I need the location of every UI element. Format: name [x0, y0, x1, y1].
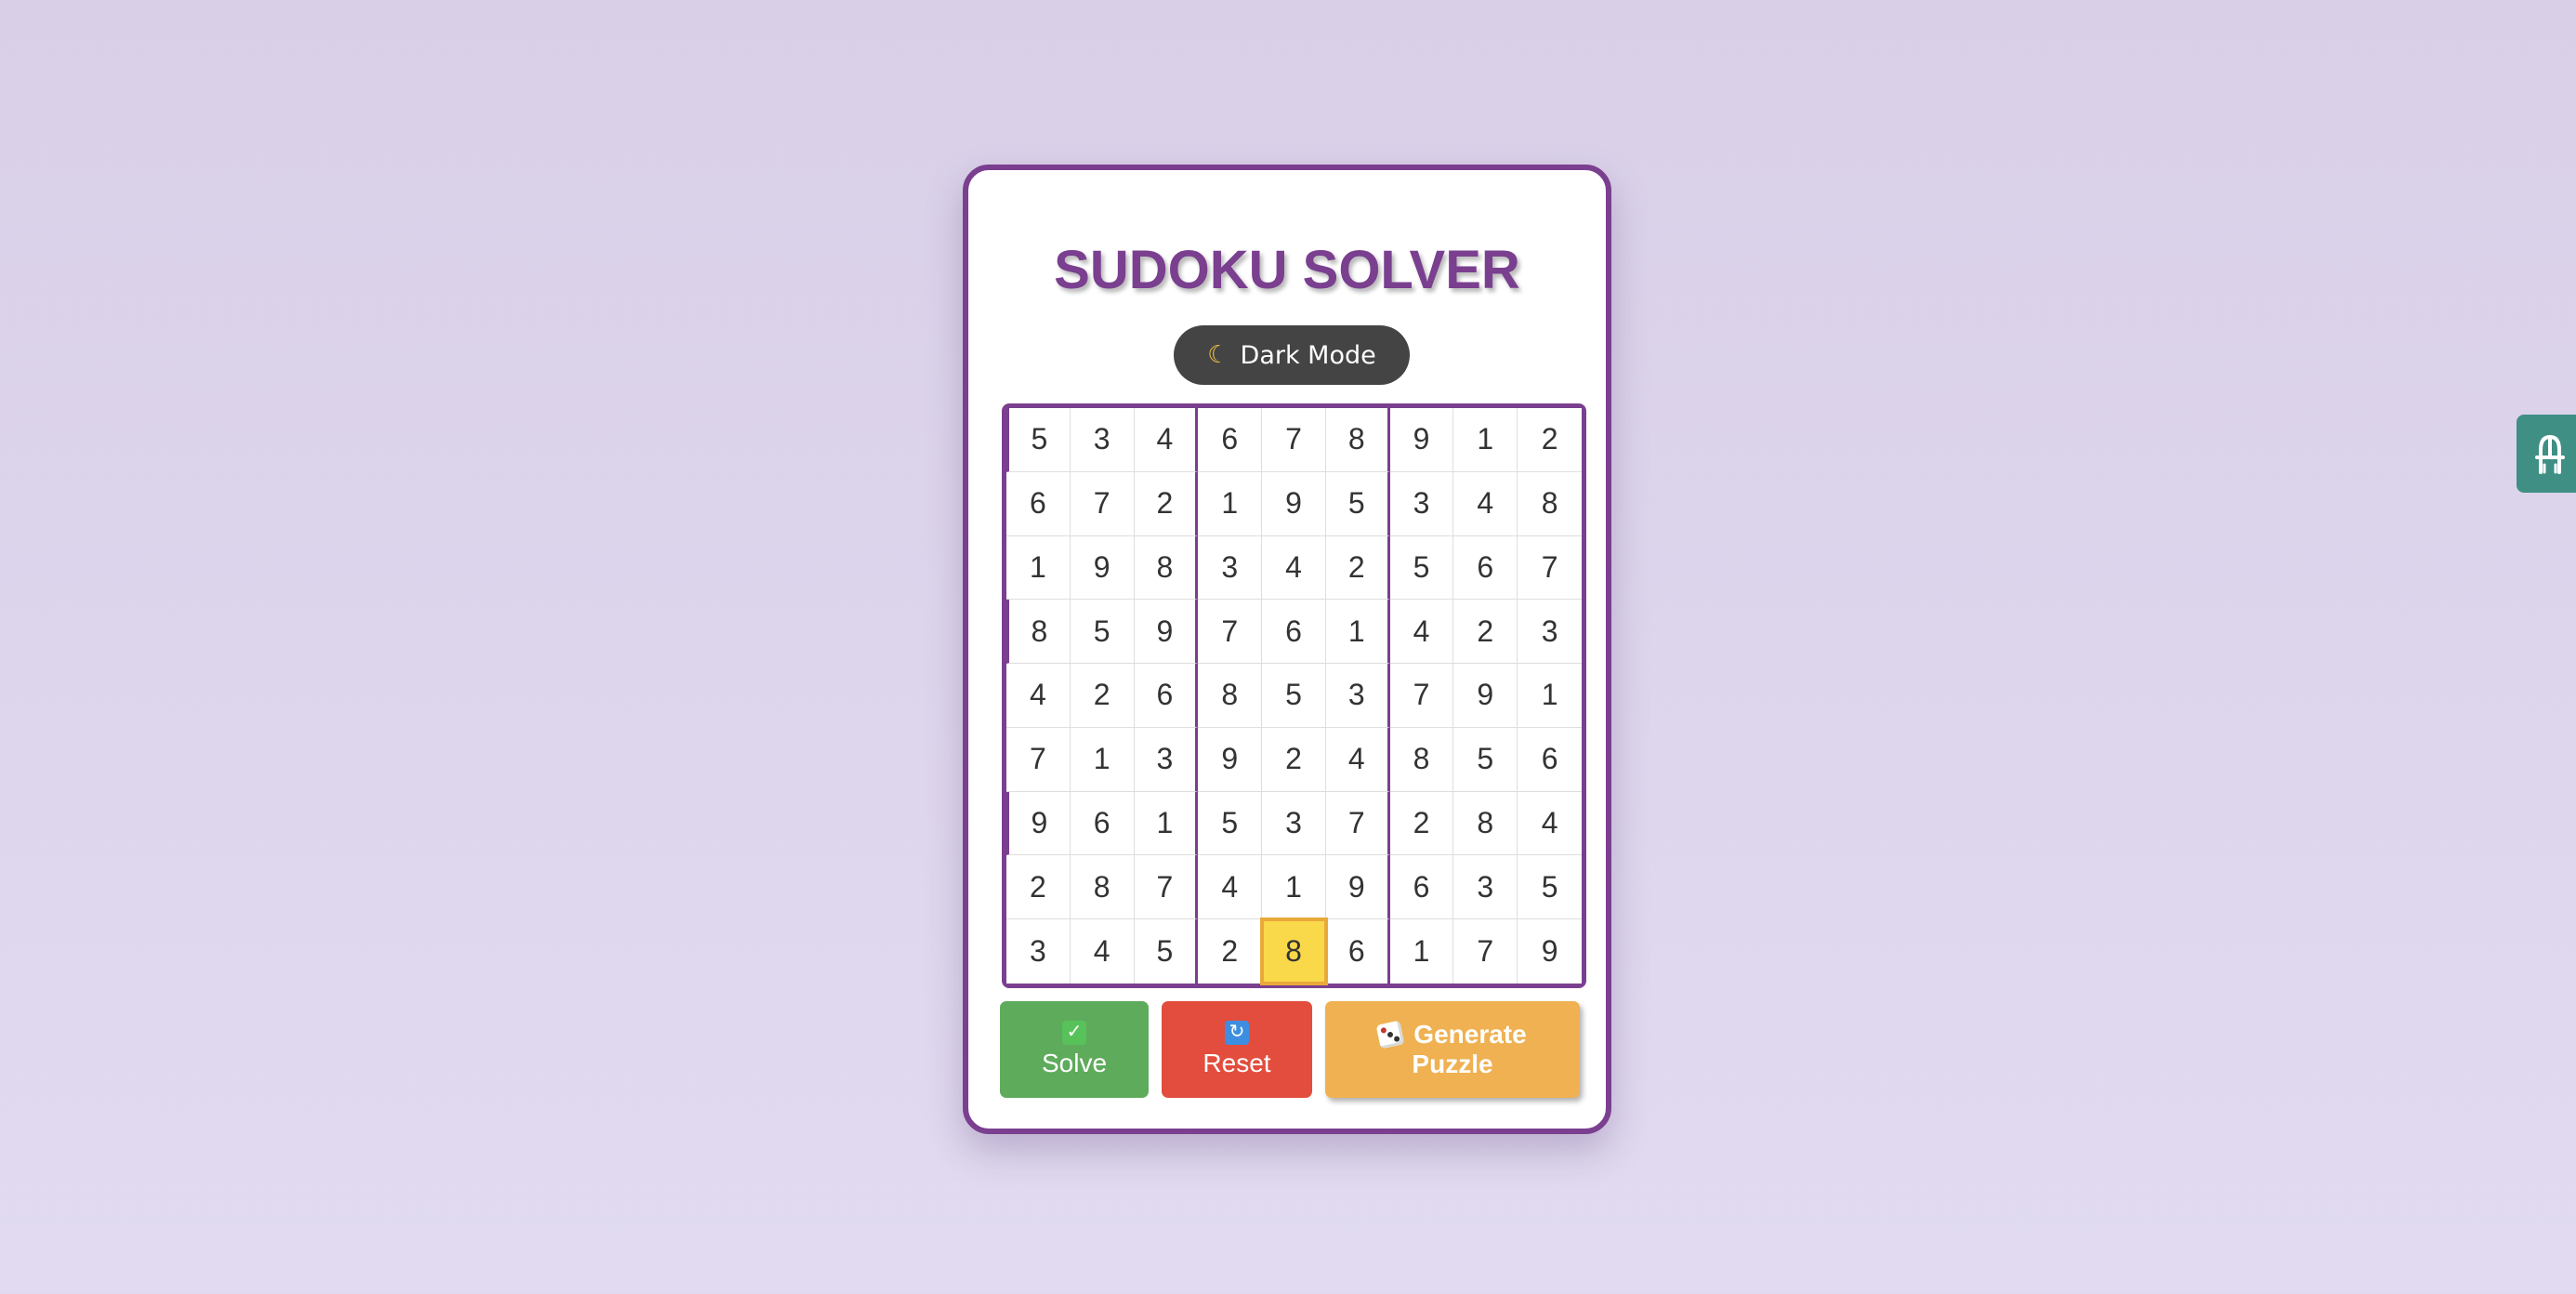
extension-side-tab[interactable] [2517, 415, 2576, 493]
sudoku-cell[interactable]: 3 [1198, 535, 1263, 601]
sudoku-cell[interactable]: 2 [1006, 855, 1071, 920]
generate-puzzle-button[interactable]: Generate Puzzle [1325, 1001, 1580, 1098]
sudoku-cell[interactable]: 9 [1070, 535, 1135, 601]
sudoku-cell[interactable]: 7 [1453, 919, 1518, 984]
sudoku-cell[interactable]: 2 [1262, 727, 1326, 792]
sudoku-cell[interactable]: 4 [1325, 727, 1390, 792]
sudoku-cell[interactable]: 9 [1389, 408, 1454, 472]
dark-mode-button[interactable]: ☾ Dark Mode [1174, 325, 1410, 385]
moon-icon: ☾ [1207, 341, 1229, 369]
reset-button[interactable]: ↻ Reset [1162, 1001, 1312, 1098]
sudoku-cell[interactable]: 7 [1006, 727, 1071, 792]
sudoku-cell[interactable]: 9 [1134, 600, 1199, 665]
sudoku-cell[interactable]: 3 [1518, 600, 1582, 665]
sudoku-cell[interactable]: 6 [1518, 727, 1582, 792]
sudoku-cell[interactable]: 5 [1262, 664, 1326, 728]
sudoku-cell[interactable]: 2 [1198, 919, 1263, 984]
sudoku-card: SUDOKU SOLVER ☾ Dark Mode 53467891267219… [963, 165, 1611, 1134]
sudoku-cell[interactable]: 7 [1134, 855, 1199, 920]
sudoku-cell[interactable]: 5 [1198, 791, 1263, 856]
sudoku-cell[interactable]: 2 [1518, 408, 1582, 472]
sudoku-cell[interactable]: 6 [1389, 855, 1454, 920]
sudoku-cell[interactable]: 5 [1006, 408, 1071, 472]
sudoku-cell[interactable]: 8 [1518, 471, 1582, 536]
sudoku-cell[interactable]: 2 [1453, 600, 1518, 665]
sudoku-cell[interactable]: 1 [1006, 535, 1071, 601]
sudoku-cell[interactable]: 9 [1006, 791, 1071, 856]
sudoku-cell[interactable]: 8 [1070, 855, 1135, 920]
generate-label-line1: Generate [1413, 1019, 1527, 1049]
sudoku-cell[interactable]: 6 [1006, 471, 1071, 536]
sudoku-cell[interactable]: 7 [1262, 408, 1326, 472]
sudoku-cell[interactable]: 7 [1198, 600, 1263, 665]
sudoku-cell[interactable]: 1 [1198, 471, 1263, 536]
sudoku-cell[interactable]: 4 [1389, 600, 1454, 665]
sudoku-cell[interactable]: 4 [1198, 855, 1263, 920]
page-title: SUDOKU SOLVER [1054, 240, 1520, 300]
sudoku-cell[interactable]: 6 [1262, 600, 1326, 665]
sudoku-cell[interactable]: 2 [1325, 535, 1390, 601]
sudoku-cell[interactable]: 4 [1518, 791, 1582, 856]
sudoku-cell[interactable]: 4 [1262, 535, 1326, 601]
sudoku-cell[interactable]: 9 [1453, 664, 1518, 728]
sudoku-cell[interactable]: 7 [1325, 791, 1390, 856]
refresh-icon: ↻ [1225, 1020, 1249, 1045]
solve-label: Solve [1041, 1048, 1108, 1077]
sudoku-cell[interactable]: 6 [1325, 919, 1390, 984]
sudoku-cell[interactable]: 6 [1198, 408, 1263, 472]
sudoku-cell[interactable]: 7 [1518, 535, 1582, 601]
sudoku-cell[interactable]: 4 [1070, 919, 1135, 984]
sudoku-cell[interactable]: 3 [1262, 791, 1326, 856]
sudoku-cell[interactable]: 9 [1518, 919, 1582, 984]
sudoku-cell[interactable]: 5 [1070, 600, 1135, 665]
sudoku-grid: 5346789126721953481983425678597614234268… [1002, 403, 1586, 988]
sudoku-cell[interactable]: 4 [1006, 664, 1071, 728]
sudoku-cell[interactable]: 7 [1070, 471, 1135, 536]
reset-label: Reset [1203, 1048, 1271, 1077]
sudoku-cell[interactable]: 2 [1389, 791, 1454, 856]
dark-mode-label: Dark Mode [1240, 340, 1376, 370]
sudoku-cell[interactable]: 1 [1453, 408, 1518, 472]
sudoku-cell[interactable]: 1 [1325, 600, 1390, 665]
sudoku-cell[interactable]: 3 [1006, 919, 1071, 984]
extension-icon [2535, 434, 2565, 474]
sudoku-cell[interactable]: 5 [1389, 535, 1454, 601]
sudoku-cell[interactable]: 2 [1070, 664, 1135, 728]
sudoku-cell[interactable]: 1 [1518, 664, 1582, 728]
sudoku-cell[interactable]: 9 [1325, 855, 1390, 920]
sudoku-cell[interactable]: 8 [1198, 664, 1263, 728]
check-icon: ✓ [1062, 1020, 1086, 1045]
sudoku-cell[interactable]: 1 [1262, 855, 1326, 920]
sudoku-cell[interactable]: 9 [1262, 471, 1326, 536]
sudoku-cell[interactable]: 5 [1325, 471, 1390, 536]
sudoku-cell[interactable]: 6 [1453, 535, 1518, 601]
sudoku-cell[interactable]: 8 [1389, 727, 1454, 792]
generate-label-line2: Puzzle [1412, 1050, 1493, 1078]
sudoku-cell[interactable]: 6 [1134, 664, 1199, 728]
sudoku-cell[interactable]: 5 [1518, 855, 1582, 920]
sudoku-cell[interactable]: 3 [1134, 727, 1199, 792]
sudoku-cell[interactable]: 9 [1198, 727, 1263, 792]
sudoku-cell[interactable]: 8 [1006, 600, 1071, 665]
sudoku-cell-selected[interactable]: 8 [1260, 918, 1328, 985]
sudoku-cell[interactable]: 8 [1134, 535, 1199, 601]
sudoku-cell[interactable]: 3 [1453, 855, 1518, 920]
sudoku-cell[interactable]: 8 [1325, 408, 1390, 472]
sudoku-cell[interactable]: 7 [1389, 664, 1454, 728]
sudoku-cell[interactable]: 3 [1070, 408, 1135, 472]
sudoku-cell[interactable]: 5 [1134, 919, 1199, 984]
sudoku-cell[interactable]: 3 [1389, 471, 1454, 536]
sudoku-cell[interactable]: 2 [1134, 471, 1199, 536]
sudoku-cell[interactable]: 1 [1134, 791, 1199, 856]
sudoku-cell[interactable]: 8 [1453, 791, 1518, 856]
sudoku-cell[interactable]: 4 [1453, 471, 1518, 536]
sudoku-cell[interactable]: 1 [1070, 727, 1135, 792]
sudoku-cell[interactable]: 3 [1325, 664, 1390, 728]
sudoku-cell[interactable]: 4 [1134, 408, 1199, 472]
solve-button[interactable]: ✓ Solve [1000, 1001, 1149, 1098]
sudoku-cell[interactable]: 6 [1070, 791, 1135, 856]
dice-icon [1375, 1020, 1405, 1050]
sudoku-cell[interactable]: 1 [1389, 919, 1454, 984]
sudoku-cell[interactable]: 5 [1453, 727, 1518, 792]
